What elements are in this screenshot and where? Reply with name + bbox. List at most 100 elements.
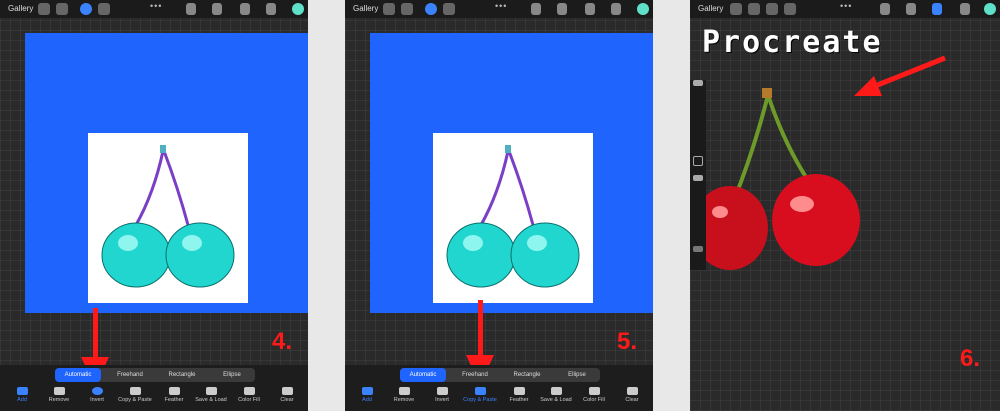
eraser-icon[interactable] — [932, 3, 942, 15]
red-arrow — [93, 308, 98, 360]
segment-ellipse[interactable]: Ellipse — [554, 368, 600, 382]
segment-freehand[interactable]: Freehand — [452, 368, 498, 382]
top-toolbar: Gallery ••• — [0, 0, 308, 18]
layers-icon[interactable] — [266, 3, 276, 15]
step-label: 6. — [960, 345, 981, 372]
segment-rectangle[interactable]: Rectangle — [504, 368, 550, 382]
smudge-icon[interactable] — [557, 3, 567, 15]
layers-icon[interactable] — [960, 3, 970, 15]
top-toolbar: Gallery ••• — [690, 0, 1000, 18]
color-fill-icon — [588, 387, 600, 395]
invert-icon — [436, 387, 448, 395]
clear-icon — [281, 387, 293, 395]
selection-mode-segments: Automatic Freehand Rectangle Ellipse — [55, 368, 255, 382]
tool-save-load[interactable]: Save & Load — [537, 387, 575, 403]
tool-feather[interactable]: Feather — [500, 387, 538, 403]
gallery-button[interactable]: Gallery — [353, 4, 378, 13]
copy-paste-icon — [474, 387, 486, 395]
procreate-panel-step-4: Gallery ••• 4. Automatic Freehand Rectan… — [0, 0, 308, 411]
red-arrow — [478, 300, 483, 358]
segment-automatic[interactable]: Automatic — [400, 368, 446, 382]
clear-icon — [626, 387, 638, 395]
modify-button[interactable] — [693, 156, 703, 166]
more-icon[interactable]: ••• — [495, 1, 507, 11]
segment-freehand[interactable]: Freehand — [107, 368, 153, 382]
transform-icon[interactable] — [784, 3, 796, 15]
feather-icon — [168, 387, 180, 395]
more-icon[interactable]: ••• — [150, 1, 162, 11]
invert-icon — [91, 387, 103, 395]
selection-toolbar: Automatic Freehand Rectangle Ellipse Add… — [0, 365, 308, 411]
smudge-icon[interactable] — [212, 3, 222, 15]
tool-copy-paste[interactable]: Copy & Paste — [116, 387, 154, 403]
tool-clear[interactable]: Clear — [613, 387, 651, 403]
tool-copy-paste[interactable]: Copy & Paste — [461, 387, 499, 403]
tool-color-fill[interactable]: Color Fill — [230, 387, 268, 403]
magic-wand-icon[interactable] — [748, 3, 760, 15]
brush-icon[interactable] — [880, 3, 890, 15]
tool-feather[interactable]: Feather — [155, 387, 193, 403]
color-swatch[interactable] — [292, 3, 304, 15]
red-cherries-icon — [706, 88, 860, 270]
magic-wand-icon[interactable] — [56, 3, 68, 15]
tool-invert[interactable]: Invert — [423, 387, 461, 403]
selection-toolbar: Automatic Freehand Rectangle Ellipse Add… — [345, 365, 653, 411]
heart-icon — [550, 387, 562, 395]
transform-icon[interactable] — [98, 3, 110, 15]
selection-mode-segments: Automatic Freehand Rectangle Ellipse — [400, 368, 600, 382]
wrench-icon[interactable] — [383, 3, 395, 15]
wrench-icon[interactable] — [38, 3, 50, 15]
brush-icon[interactable] — [531, 3, 541, 15]
add-icon — [361, 387, 373, 395]
opacity-slider[interactable] — [693, 175, 703, 181]
tool-color-fill[interactable]: Color Fill — [575, 387, 613, 403]
tool-save-load[interactable]: Save & Load — [192, 387, 230, 403]
magic-wand-icon[interactable] — [401, 3, 413, 15]
wrench-icon[interactable] — [730, 3, 742, 15]
image-paper — [433, 133, 593, 303]
transform-icon[interactable] — [443, 3, 455, 15]
image-paper — [88, 133, 248, 303]
remove-icon — [398, 387, 410, 395]
tool-add[interactable]: Add — [348, 387, 386, 403]
add-icon — [16, 387, 28, 395]
gallery-button[interactable]: Gallery — [698, 4, 723, 13]
cyan-cherries-icon — [446, 145, 580, 288]
tool-remove[interactable]: Remove — [385, 387, 423, 403]
canvas — [25, 33, 308, 313]
selection-icon[interactable] — [766, 3, 778, 15]
eraser-icon[interactable] — [240, 3, 250, 15]
brush-icon[interactable] — [186, 3, 196, 15]
red-arrow — [854, 55, 946, 96]
copy-paste-icon — [129, 387, 141, 395]
procreate-panel-step-5: Gallery ••• 5. Automatic Freehand Rectan… — [345, 0, 653, 411]
remove-icon — [53, 387, 65, 395]
brush-size-slider[interactable] — [693, 80, 703, 86]
smudge-icon[interactable] — [906, 3, 916, 15]
tool-invert[interactable]: Invert — [78, 387, 116, 403]
color-swatch[interactable] — [984, 3, 996, 15]
canvas — [370, 33, 653, 313]
color-swatch[interactable] — [637, 3, 649, 15]
tool-clear[interactable]: Clear — [268, 387, 306, 403]
segment-ellipse[interactable]: Ellipse — [209, 368, 255, 382]
feather-icon — [513, 387, 525, 395]
side-panel — [690, 80, 706, 270]
segment-rectangle[interactable]: Rectangle — [159, 368, 205, 382]
heart-icon — [205, 387, 217, 395]
more-icon[interactable]: ••• — [840, 1, 852, 11]
selection-icon[interactable] — [425, 3, 437, 15]
procreate-panel-step-6: Gallery ••• Procreate 6. — [690, 0, 1000, 411]
tool-remove[interactable]: Remove — [40, 387, 78, 403]
layers-icon[interactable] — [611, 3, 621, 15]
cyan-cherries-icon — [101, 145, 235, 288]
eraser-icon[interactable] — [585, 3, 595, 15]
color-fill-icon — [243, 387, 255, 395]
top-toolbar: Gallery ••• — [345, 0, 653, 18]
selection-icon[interactable] — [80, 3, 92, 15]
step-label: 5. — [617, 328, 638, 355]
gallery-button[interactable]: Gallery — [8, 4, 33, 13]
tool-add[interactable]: Add — [3, 387, 41, 403]
segment-automatic[interactable]: Automatic — [55, 368, 101, 382]
undo-icon[interactable] — [693, 246, 703, 252]
